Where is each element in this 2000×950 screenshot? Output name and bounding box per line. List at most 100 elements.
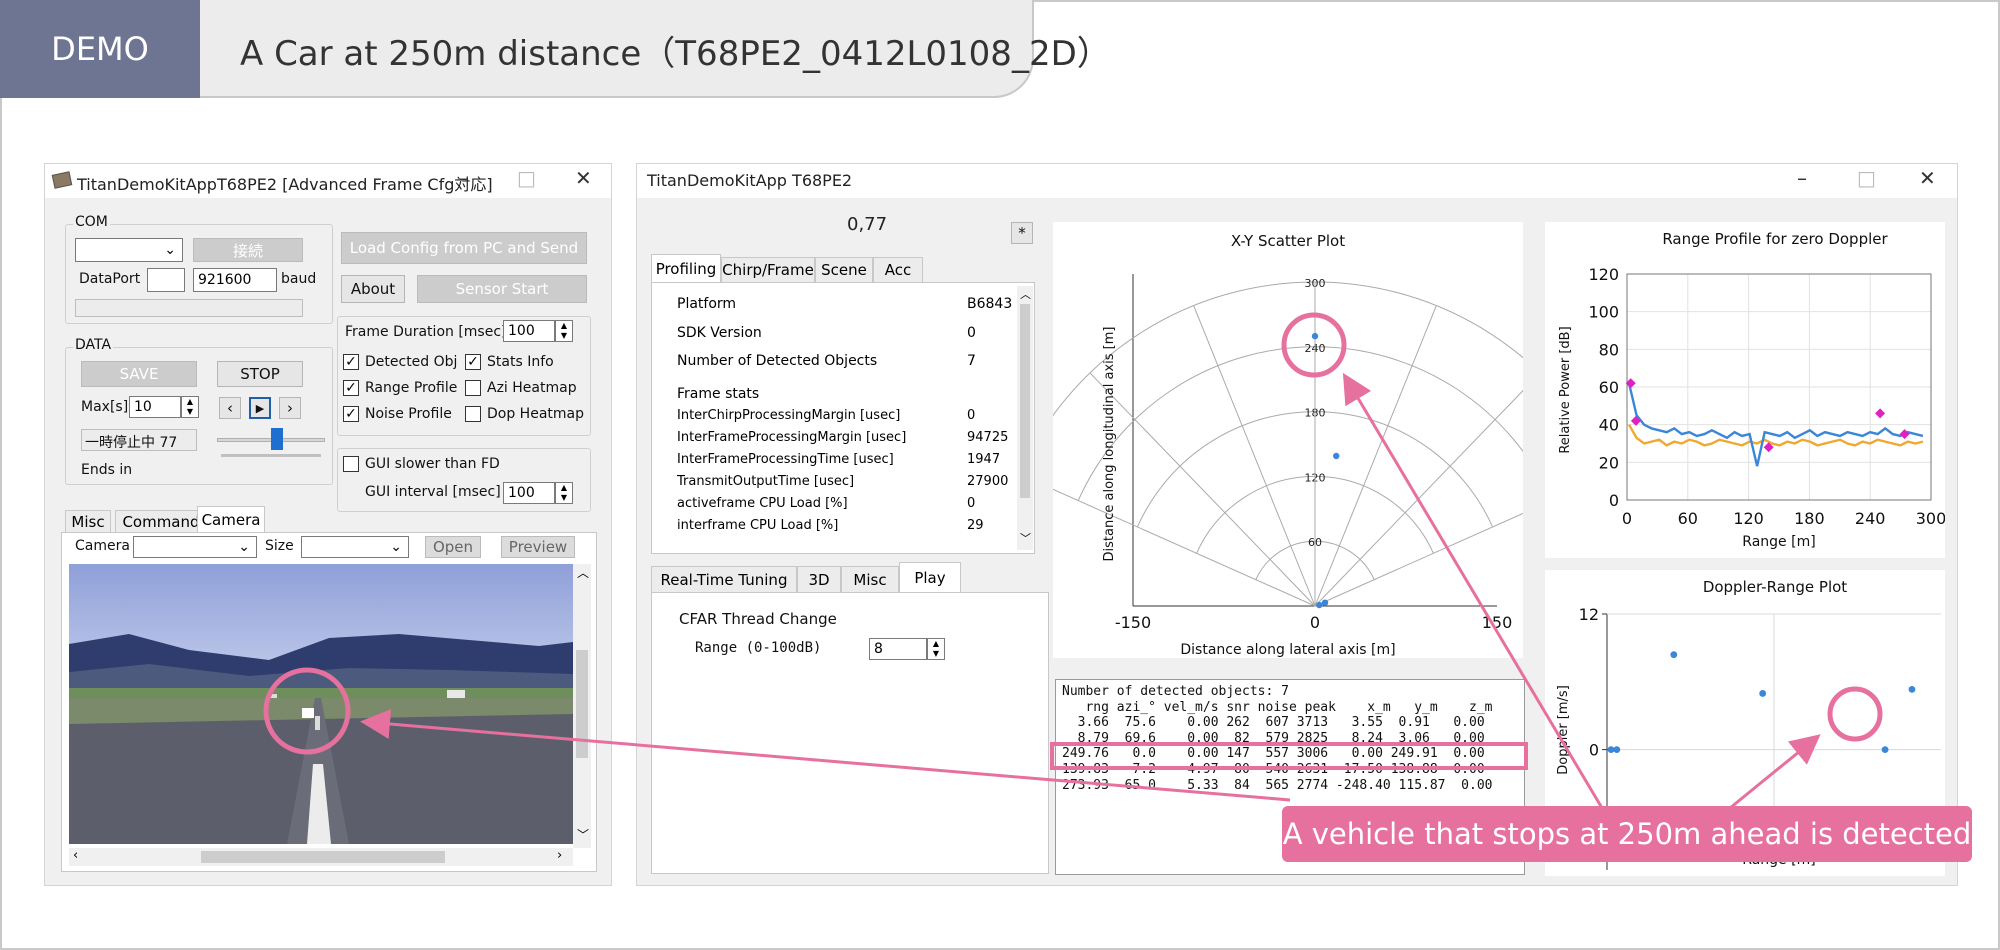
camera-label: Camera (75, 538, 130, 554)
frame-duration-input[interactable]: 100 (503, 320, 555, 342)
vertical-scrollbar[interactable]: ︿ ﹀ (573, 564, 591, 848)
max-label: Max[s] (81, 399, 129, 415)
checkbox-azi-heatmap[interactable] (465, 380, 481, 396)
prev-frame-button[interactable]: ‹ (219, 397, 241, 419)
tab-profiling[interactable]: Profiling (651, 254, 721, 282)
y-tick-label: 0 (1589, 741, 1599, 760)
sensor-start-button[interactable]: Sensor Start (417, 275, 587, 303)
check-noise-profile[interactable]: ✓ Noise Profile (343, 406, 452, 422)
maximize-icon[interactable]: □ (1857, 166, 1876, 190)
gui-interval-stepper[interactable]: ▲ ▼ (555, 482, 573, 504)
max-stepper[interactable]: ▲ ▼ (181, 396, 199, 418)
close-icon[interactable]: ✕ (575, 166, 592, 190)
dataport-input[interactable] (147, 268, 185, 292)
gui-interval-label: GUI interval [msec] (365, 484, 501, 500)
check-gui-slower[interactable]: GUI slower than FD (343, 456, 500, 472)
checkbox-gui-slower[interactable] (343, 456, 359, 472)
tab-misc-right[interactable]: Misc (841, 566, 899, 592)
window-title: TitanDemoKitAppT68PE2 [Advanced Frame Cf… (77, 175, 493, 194)
tab-chirp-frame[interactable]: Chirp/Frame (721, 257, 815, 282)
maximize-icon[interactable]: □ (517, 166, 536, 190)
minimize-icon[interactable]: – (459, 166, 469, 190)
range-input[interactable]: 8 (869, 638, 927, 660)
com-port-select[interactable]: ⌄ (75, 238, 183, 262)
gui-interval-input[interactable]: 100 (503, 482, 555, 504)
profiling-scrollbar[interactable]: ︿ ﹀ (1017, 286, 1033, 550)
vertical-scroll-thumb[interactable] (576, 650, 588, 758)
max-input[interactable]: 10 (129, 396, 181, 418)
size-select[interactable]: ⌄ (301, 536, 409, 558)
y-axis-label: Relative Power [dB] (1558, 326, 1573, 453)
chevron-down-icon: ⌄ (164, 242, 176, 258)
y-axis-label: Doppler [m/s] (1556, 685, 1571, 775)
connect-button[interactable]: 接続 (193, 238, 303, 262)
profiling-scroll-thumb[interactable] (1020, 304, 1030, 498)
checkbox-dop-heatmap[interactable] (465, 406, 481, 422)
minimize-icon[interactable]: – (1797, 166, 1807, 190)
tab-play[interactable]: Play (899, 562, 961, 592)
scatter-point (1333, 452, 1340, 460)
play-button[interactable]: ▶ (249, 397, 271, 419)
star-button[interactable]: * (1011, 222, 1033, 244)
horizontal-scrollbar[interactable]: ‹ › (69, 848, 573, 866)
check-label: Noise Profile (365, 406, 452, 422)
chevron-down-icon: ⌄ (390, 539, 402, 555)
checkbox-range-profile[interactable]: ✓ (343, 380, 359, 396)
checkbox-stats-info[interactable]: ✓ (465, 354, 481, 370)
right-app-window: TitanDemoKitApp T68PE2 – □ ✕ 0,77 * Prof… (636, 163, 1958, 886)
scroll-down-icon[interactable]: ﹀ (1020, 530, 1031, 546)
horizontal-scroll-thumb[interactable] (201, 851, 445, 863)
check-range-profile[interactable]: ✓ Range Profile (343, 380, 457, 396)
status-text: 一時停止中 77 (85, 435, 178, 451)
scroll-up-icon[interactable]: ︿ (1020, 286, 1031, 302)
about-button[interactable]: About (341, 275, 405, 303)
angle-spoke (1193, 305, 1316, 607)
detected-object-row: 273.93 -65.0 5.33 84 565 2774 -248.40 11… (1062, 777, 1493, 793)
check-label: Stats Info (487, 354, 554, 370)
tab-camera[interactable]: Camera (197, 506, 265, 532)
stat-row: activeframe CPU Load [%] 0 (677, 496, 997, 516)
speed-slider-thumb[interactable] (271, 428, 283, 450)
y-axis-label: Distance along longitudinal axis [m] (1102, 327, 1117, 562)
checkbox-noise-profile[interactable]: ✓ (343, 406, 359, 422)
angle-spoke (1314, 372, 1541, 607)
camera-preview-image (69, 564, 573, 844)
check-azi-heatmap[interactable]: Azi Heatmap (465, 380, 577, 396)
tab-real-time-tuning[interactable]: Real-Time Tuning (651, 566, 797, 592)
value-display: 0,77 (847, 214, 888, 235)
open-button[interactable]: Open (425, 536, 481, 558)
camera-select[interactable]: ⌄ (133, 536, 257, 558)
tab-command[interactable]: Command (115, 510, 207, 532)
tab-misc[interactable]: Misc (65, 510, 111, 532)
y-tick-label: 12 (1579, 605, 1599, 624)
scroll-up-icon[interactable]: ︿ (577, 564, 589, 581)
x-tick-label: 0 (1310, 613, 1320, 632)
right-title-bar: TitanDemoKitApp T68PE2 – □ ✕ (637, 164, 1957, 198)
stat-value: 0 (967, 325, 976, 341)
stop-button[interactable]: STOP (217, 361, 303, 387)
tab-scene[interactable]: Scene (815, 257, 873, 282)
stat-value: B6843 (967, 296, 1013, 312)
preview-button[interactable]: Preview (501, 536, 575, 558)
load-config-button[interactable]: Load Config from PC and Send (341, 232, 587, 264)
tab-acc[interactable]: Acc (873, 257, 923, 282)
check-stats-info[interactable]: ✓ Stats Info (465, 354, 554, 370)
next-frame-button[interactable]: › (279, 397, 301, 419)
checkbox-detected-obj[interactable]: ✓ (343, 354, 359, 370)
save-button[interactable]: SAVE (81, 361, 197, 387)
frame-duration-stepper[interactable]: ▲ ▼ (555, 320, 573, 342)
check-label: Dop Heatmap (487, 406, 584, 422)
scroll-left-icon[interactable]: ‹ (73, 848, 78, 863)
check-detected-obj[interactable]: ✓ Detected Obj (343, 354, 457, 370)
stat-label: activeframe CPU Load [%] (677, 496, 848, 511)
scroll-down-icon[interactable]: ﹀ (577, 826, 589, 843)
tab-3d[interactable]: 3D (797, 566, 841, 592)
check-dop-heatmap[interactable]: Dop Heatmap (465, 406, 584, 422)
close-icon[interactable]: ✕ (1919, 166, 1936, 190)
stat-label: Number of Detected Objects (677, 353, 878, 369)
xy-scatter-svg: X-Y Scatter Plot60120180240300-150 0 150Di… (1018, 232, 1612, 658)
range-stepper[interactable]: ▲ ▼ (927, 638, 945, 660)
stat-row: Number of Detected Objects 7 (677, 353, 997, 373)
scroll-right-icon[interactable]: › (557, 848, 562, 863)
baud-input[interactable]: 921600 (193, 268, 277, 292)
